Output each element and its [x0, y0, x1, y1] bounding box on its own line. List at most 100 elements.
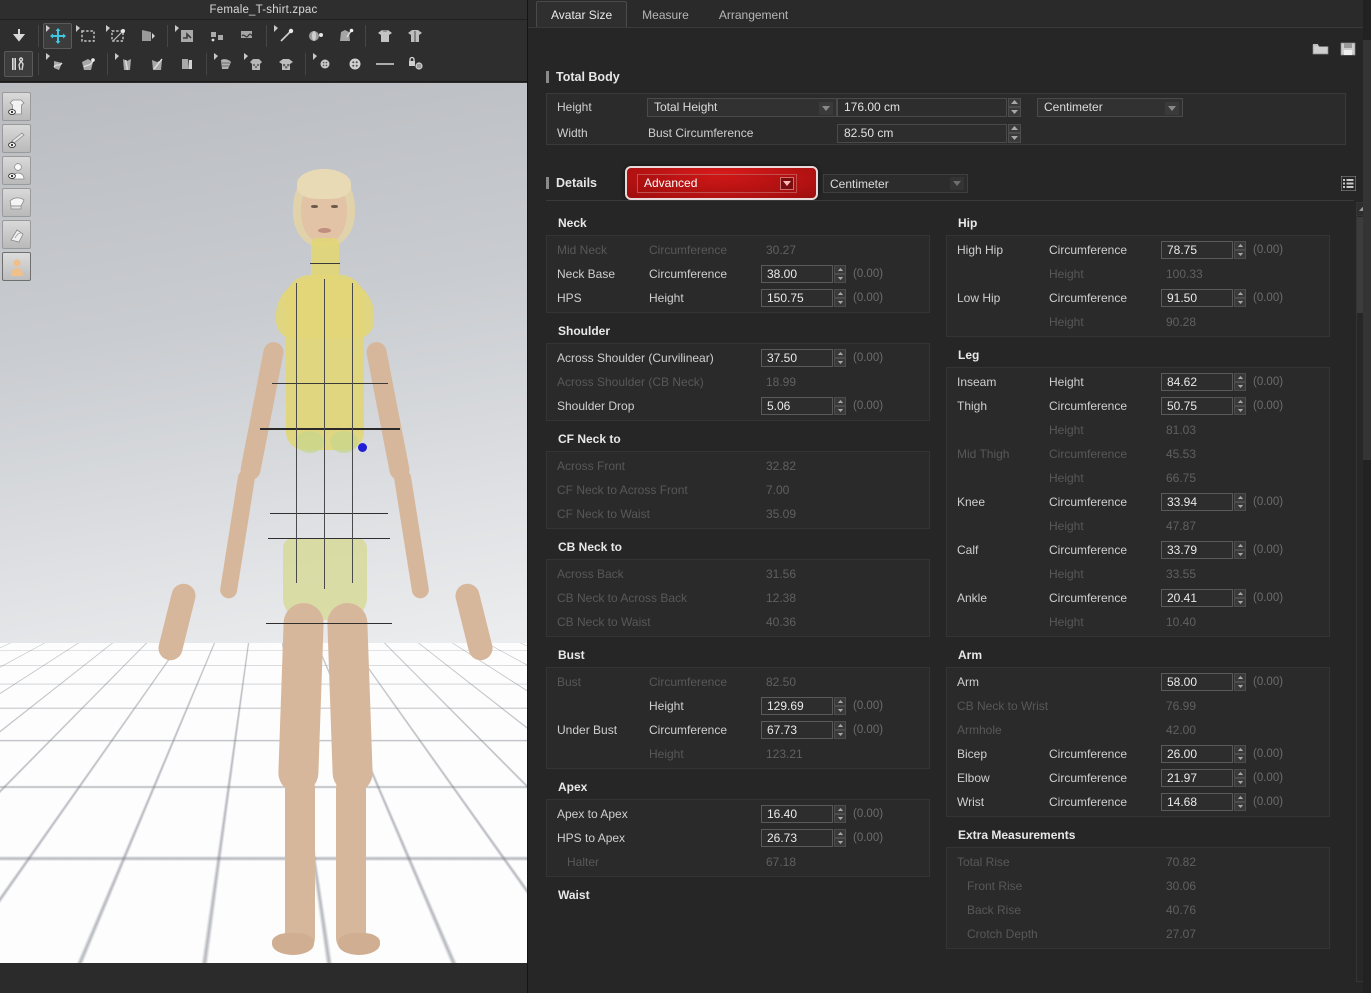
spinner-down-icon[interactable]	[834, 814, 846, 823]
measurement-value-input[interactable]: 33.94	[1161, 493, 1233, 511]
flip-pattern-tool[interactable]	[133, 23, 162, 49]
measurement-value-input[interactable]: 26.00	[1161, 745, 1233, 763]
measurement-value-input[interactable]: 38.00	[761, 265, 833, 283]
measurements-scroll-area[interactable]: NeckMid NeckCircumference30.27Neck BaseC…	[546, 200, 1354, 993]
spinner-down-icon[interactable]	[1234, 406, 1246, 415]
width-value-input[interactable]: 82.50 cm	[837, 124, 1007, 143]
spinner-up-icon[interactable]	[1234, 397, 1246, 406]
chevron-down-icon[interactable]	[819, 102, 833, 115]
value-spinner[interactable]	[834, 289, 846, 307]
spinner-down-icon[interactable]	[834, 838, 846, 847]
measurement-value-input[interactable]: 16.40	[761, 805, 833, 823]
spinner-down-icon[interactable]	[1234, 250, 1246, 259]
spinner-up-icon[interactable]	[1234, 589, 1246, 598]
polygon-select-tool[interactable]	[103, 23, 132, 49]
measurement-value-input[interactable]: 67.73	[761, 721, 833, 739]
spinner-up-icon[interactable]	[834, 805, 846, 814]
measurement-value-input[interactable]: 58.00	[1161, 673, 1233, 691]
measurement-value-input[interactable]: 37.50	[761, 349, 833, 367]
chevron-down-icon[interactable]	[1165, 102, 1179, 115]
segment-tool[interactable]	[202, 23, 231, 49]
width-spinner[interactable]	[1008, 124, 1021, 143]
spinner-up-icon[interactable]	[1008, 98, 1021, 108]
details-unit-select[interactable]: Centimeter	[823, 174, 968, 193]
spinner-down-icon[interactable]	[1234, 778, 1246, 787]
window-scrollbar-thumb[interactable]	[1363, 40, 1371, 460]
roll-tool[interactable]	[301, 23, 330, 49]
value-spinner[interactable]	[1234, 589, 1246, 607]
spinner-up-icon[interactable]	[1234, 793, 1246, 802]
measurement-value-input[interactable]: 78.75	[1161, 241, 1233, 259]
chevron-down-icon[interactable]	[950, 177, 964, 190]
spinner-up-icon[interactable]	[1234, 673, 1246, 682]
measurement-value-input[interactable]: 91.50	[1161, 289, 1233, 307]
spinner-down-icon[interactable]	[1234, 754, 1246, 763]
spinner-up-icon[interactable]	[834, 721, 846, 730]
pen-sew-tool[interactable]	[73, 51, 102, 77]
spinner-down-icon[interactable]	[1234, 598, 1246, 607]
chevron-down-icon[interactable]	[780, 177, 794, 190]
show-surface-toggle[interactable]	[2, 220, 31, 249]
value-spinner[interactable]	[1234, 541, 1246, 559]
spinner-down-icon[interactable]	[834, 706, 846, 715]
open-folder-icon[interactable]	[1311, 40, 1330, 57]
value-spinner[interactable]	[834, 397, 846, 415]
spinner-up-icon[interactable]	[834, 289, 846, 298]
value-spinner[interactable]	[834, 697, 846, 715]
height-type-select[interactable]: Total Height	[647, 98, 837, 117]
height-spinner[interactable]	[1008, 98, 1021, 117]
animation-walk-tool[interactable]	[4, 51, 33, 77]
spinner-down-icon[interactable]	[1234, 682, 1246, 691]
spinner-down-icon[interactable]	[1008, 107, 1021, 117]
tab-avatar-size[interactable]: Avatar Size	[536, 1, 627, 27]
texture-small-tool[interactable]	[241, 51, 270, 77]
avatar-mode-toggle[interactable]	[2, 252, 31, 281]
transform-move-tool[interactable]	[43, 23, 72, 49]
show-garment-toggle[interactable]	[2, 92, 31, 121]
value-spinner[interactable]	[834, 829, 846, 847]
spinner-down-icon[interactable]	[1234, 802, 1246, 811]
spinner-down-icon[interactable]	[1234, 382, 1246, 391]
spinner-down-icon[interactable]	[834, 406, 846, 415]
measurement-value-input[interactable]: 50.75	[1161, 397, 1233, 415]
value-spinner[interactable]	[834, 265, 846, 283]
unit-select[interactable]: Centimeter	[1037, 98, 1183, 117]
pin-tool[interactable]	[271, 23, 300, 49]
spinner-up-icon[interactable]	[834, 829, 846, 838]
fabric-pin-tool[interactable]	[331, 23, 360, 49]
spinner-down-icon[interactable]	[1008, 133, 1021, 143]
measurement-value-input[interactable]: 84.62	[1161, 373, 1233, 391]
list-view-icon[interactable]	[1339, 174, 1357, 192]
measurement-value-input[interactable]: 21.97	[1161, 769, 1233, 787]
tshirt-alt-tool[interactable]	[400, 23, 429, 49]
measurement-value-input[interactable]: 26.73	[761, 829, 833, 847]
rectangle-select-tool[interactable]	[73, 23, 102, 49]
spinner-up-icon[interactable]	[834, 397, 846, 406]
spinner-down-icon[interactable]	[1234, 298, 1246, 307]
spinner-up-icon[interactable]	[1234, 289, 1246, 298]
spinner-up-icon[interactable]	[834, 697, 846, 706]
measurement-value-input[interactable]: 129.69	[761, 697, 833, 715]
spinner-up-icon[interactable]	[1234, 745, 1246, 754]
tab-measure[interactable]: Measure	[627, 1, 704, 27]
value-spinner[interactable]	[1234, 373, 1246, 391]
spinner-up-icon[interactable]	[1234, 373, 1246, 382]
tshirt-front-tool[interactable]	[370, 23, 399, 49]
spinner-up-icon[interactable]	[1234, 769, 1246, 778]
texture-tool[interactable]	[271, 51, 300, 77]
value-spinner[interactable]	[1234, 397, 1246, 415]
button-tool[interactable]	[340, 51, 369, 77]
value-spinner[interactable]	[1234, 673, 1246, 691]
button-place-tool[interactable]	[310, 51, 339, 77]
measurement-value-input[interactable]: 150.75	[761, 289, 833, 307]
import-arrow-tool[interactable]	[4, 23, 33, 49]
tab-arrangement[interactable]: Arrangement	[704, 1, 803, 27]
spinner-down-icon[interactable]	[834, 274, 846, 283]
show-pattern-toggle[interactable]	[2, 124, 31, 153]
edit-curve-tool[interactable]	[43, 51, 72, 77]
pattern-copy-tool[interactable]	[172, 51, 201, 77]
lock-button-tool[interactable]	[400, 51, 429, 77]
measurement-value-input[interactable]: 20.41	[1161, 589, 1233, 607]
spinner-up-icon[interactable]	[834, 265, 846, 274]
measurement-value-input[interactable]: 33.79	[1161, 541, 1233, 559]
